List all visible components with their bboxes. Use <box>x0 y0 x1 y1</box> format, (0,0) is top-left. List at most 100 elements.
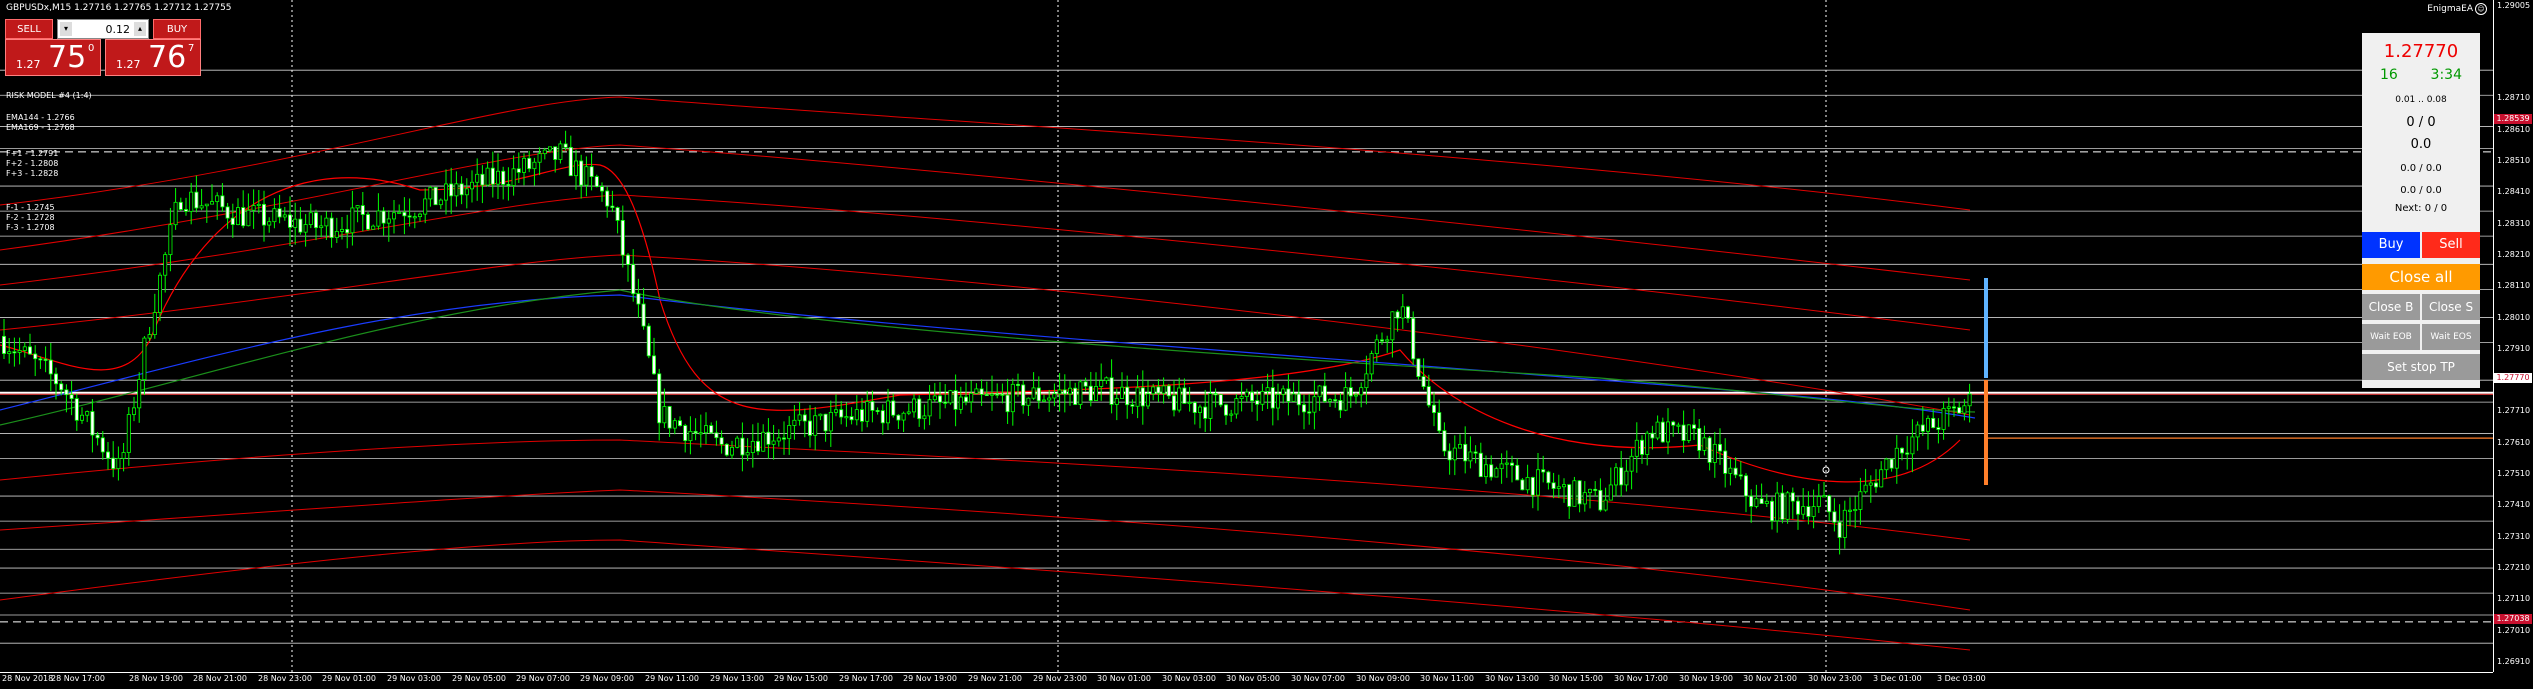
candle-body <box>1915 424 1920 438</box>
candle-body <box>1286 388 1291 402</box>
candle-body <box>293 218 298 228</box>
candle-body <box>391 212 396 220</box>
candle-body <box>1868 482 1873 486</box>
ea-close-all-button[interactable]: Close all <box>2362 264 2480 290</box>
candle-body <box>1608 484 1613 501</box>
buy-button[interactable]: BUY <box>153 19 201 39</box>
candle-body <box>995 393 1000 396</box>
lot-value[interactable]: 0.12 <box>106 23 131 36</box>
candle-body <box>90 411 95 436</box>
candle-body <box>813 415 818 436</box>
candle-body <box>761 431 766 452</box>
candle-body <box>735 437 740 448</box>
candle-body <box>1884 458 1889 471</box>
candle-body <box>339 228 344 232</box>
candle-body <box>1681 424 1686 441</box>
candle-body <box>906 411 911 414</box>
candle-body <box>163 254 168 276</box>
ea-close-sell-button[interactable]: Close S <box>2422 294 2480 320</box>
candle-body <box>579 160 584 186</box>
ea-set-stop-button[interactable]: Set stop TP <box>2362 354 2480 380</box>
ea-sell-button[interactable]: Sell <box>2422 232 2480 258</box>
candle-body <box>449 183 454 197</box>
candle-body <box>870 401 875 411</box>
candle-body <box>839 409 844 418</box>
candle-body <box>678 420 683 427</box>
candle-body <box>1036 387 1041 402</box>
candle-body <box>615 207 620 221</box>
candle-body <box>1265 387 1270 392</box>
candle-body <box>464 188 469 196</box>
price-axis-label: 1.27510 <box>2497 469 2531 479</box>
candle-body <box>1312 396 1317 413</box>
bid-price-box[interactable]: 1.27 75 0 <box>5 39 101 76</box>
candle-body <box>1390 311 1395 341</box>
lot-input[interactable]: ▾ 0.12 ▴ <box>57 19 149 39</box>
price-axis-label: 1.29005 <box>2497 1 2531 10</box>
time-axis-label: 29 Nov 01:00 <box>322 674 376 683</box>
candle-body <box>1426 386 1431 406</box>
candle-body <box>121 452 126 459</box>
candle-body <box>95 434 100 439</box>
lot-decrease-icon[interactable]: ▾ <box>60 22 72 36</box>
candle-body <box>818 413 823 417</box>
candle-body <box>1109 377 1114 405</box>
candle-body <box>308 212 313 225</box>
ea-wait-eos-button[interactable]: Wait EOS <box>2422 324 2480 350</box>
candle-body <box>111 457 116 469</box>
price-axis-label: 1.27310 <box>2497 531 2531 541</box>
candle-body <box>1634 439 1639 457</box>
one-click-trading-panel: SELL ▾ 0.12 ▴ BUY 1.27 75 0 1.27 76 7 <box>5 19 201 78</box>
ea-next: Next: 0 / 0 <box>2394 203 2448 214</box>
candle-body <box>1941 407 1946 430</box>
candle-body <box>1343 387 1348 411</box>
candle-body <box>1712 443 1717 463</box>
candle-body <box>402 211 407 217</box>
candle-body <box>776 437 781 442</box>
candle-body <box>834 409 839 413</box>
sell-button[interactable]: SELL <box>5 19 53 39</box>
candle-body <box>1073 387 1078 405</box>
candle-body <box>106 451 111 459</box>
candle-body <box>636 293 641 305</box>
ea-lot-range: 0.01 .. 0.08 <box>2395 95 2447 105</box>
candle-body <box>787 425 792 439</box>
price-chart[interactable] <box>0 0 2533 688</box>
candle-body <box>1666 421 1671 443</box>
candle-body <box>1572 480 1577 507</box>
candle-body <box>251 205 256 211</box>
candle-body <box>1577 480 1582 505</box>
ema144-label: EMA144 - 1.2766 <box>6 113 75 122</box>
candle-body <box>1551 482 1556 489</box>
ea-buy-button[interactable]: Buy <box>2362 232 2420 258</box>
candle-body <box>1213 393 1218 396</box>
candle-body <box>1671 421 1676 426</box>
time-axis-label: 28 Nov 19:00 <box>129 674 183 683</box>
candle-body <box>1104 377 1109 382</box>
ea-wait-eob-button[interactable]: Wait EOB <box>2362 324 2420 350</box>
candle-body <box>85 411 90 416</box>
candle-body <box>1926 417 1931 432</box>
candle-body <box>1614 467 1619 486</box>
candle-body <box>1499 463 1504 470</box>
candle-body <box>1203 406 1208 419</box>
time-axis-label: 30 Nov 23:00 <box>1808 674 1862 683</box>
ea-label: EnigmaEA <box>2427 4 2473 14</box>
candle-body <box>48 359 53 375</box>
price-axis-label: 1.28410 <box>2497 187 2531 197</box>
candle-body <box>27 346 32 355</box>
candle-body <box>1733 467 1738 476</box>
candle-body <box>1411 317 1416 360</box>
candle-body <box>381 210 386 224</box>
candle-body <box>1468 451 1473 462</box>
candle-body <box>709 425 714 434</box>
candle-body <box>1796 500 1801 515</box>
lot-increase-icon[interactable]: ▴ <box>134 22 146 36</box>
candle-body <box>1655 421 1660 439</box>
candle-body <box>33 353 38 360</box>
ea-close-buy-button[interactable]: Close B <box>2362 294 2420 320</box>
lower-red-marker: 1.27038 <box>2494 614 2532 624</box>
candle-body <box>766 431 771 445</box>
candle-body <box>1026 397 1031 406</box>
ask-price-box[interactable]: 1.27 76 7 <box>105 39 201 76</box>
